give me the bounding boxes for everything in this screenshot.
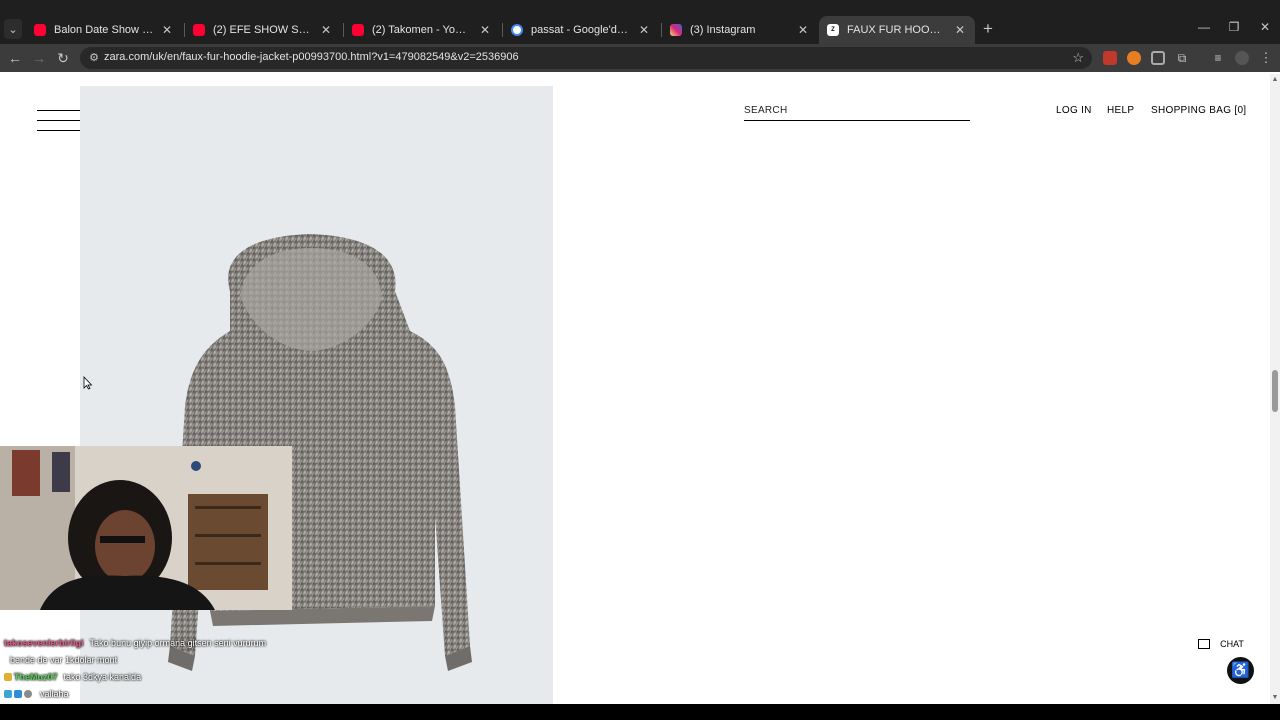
youtube-icon	[34, 24, 46, 36]
tab-instagram[interactable]: (3) Instagram ✕	[662, 16, 818, 44]
close-tab-icon[interactable]: ✕	[796, 23, 810, 37]
webcam-feed-image	[0, 446, 292, 610]
scroll-up-icon[interactable]: ▲	[1271, 76, 1279, 83]
streamer-webcam	[0, 446, 292, 610]
mouse-cursor-icon	[83, 376, 93, 390]
chat-badge-icon	[4, 672, 12, 681]
scroll-thumb[interactable]	[1272, 370, 1278, 412]
chat-message: TheMuz07 tako 3dkya kanalda	[0, 668, 400, 685]
youtube-icon	[193, 24, 205, 36]
scroll-down-icon[interactable]: ▼	[1271, 694, 1279, 701]
tab-zara-faux-fur-hoodie[interactable]: Z FAUX FUR HOODIE JACKET - Gr ✕	[819, 16, 975, 44]
close-tab-icon[interactable]: ✕	[160, 23, 174, 37]
shopping-bag-link[interactable]: SHOPPING BAG [0]	[1151, 105, 1246, 116]
bottom-bar	[0, 704, 1280, 720]
close-tab-icon[interactable]: ✕	[478, 23, 492, 37]
chat-label: CHAT	[1220, 639, 1244, 649]
media-control-icon[interactable]: ≡	[1211, 51, 1225, 65]
search-input[interactable]	[744, 105, 970, 116]
product-image[interactable]	[80, 86, 553, 704]
browser-toolbar: ← → ↻ ⚙ zara.com/uk/en/faux-fur-hoodie-j…	[0, 44, 1280, 72]
close-window-icon[interactable]: ✕	[1255, 20, 1275, 34]
faux-fur-hoodie-image	[168, 234, 472, 671]
menu-hamburger-icon[interactable]	[37, 110, 80, 134]
chat-message: bende de var 1kdolar mont	[10, 654, 118, 665]
extension-icon[interactable]	[1103, 51, 1117, 65]
url-text[interactable]: zara.com/uk/en/faux-fur-hoodie-jacket-p0…	[104, 51, 519, 63]
chat-button[interactable]: CHAT	[1181, 630, 1261, 658]
page-scrollbar[interactable]: ▲ ▼	[1270, 74, 1280, 704]
tab-takomen-youtube[interactable]: (2) Takomen - YouTube ✕	[344, 16, 500, 44]
close-tab-icon[interactable]: ✕	[953, 23, 967, 37]
youtube-icon	[352, 24, 364, 36]
close-tab-icon[interactable]: ✕	[319, 23, 333, 37]
site-info-icon[interactable]: ⚙	[87, 51, 101, 65]
restore-icon[interactable]: ❐	[1224, 20, 1244, 34]
new-tab-icon[interactable]: +	[980, 20, 996, 40]
chat-badge-icon	[4, 689, 12, 698]
tab-strip: ⌄ Balon Date Show 28. Bölüm - Yo ✕ (2) E…	[0, 0, 1280, 44]
chat-badge-icon	[24, 689, 32, 698]
tab-google-search[interactable]: passat - Google'da Ara ✕	[503, 16, 659, 44]
back-icon[interactable]: ←	[6, 49, 24, 67]
instagram-icon	[670, 24, 682, 36]
browser-menu-icon[interactable]: ⋮	[1259, 51, 1273, 65]
chat-bubble-icon	[1198, 639, 1211, 649]
reload-icon[interactable]: ↻	[54, 49, 72, 67]
log-in-link[interactable]: LOG IN	[1056, 105, 1092, 116]
chat-message: vallaha	[0, 685, 400, 702]
extensions-puzzle-icon[interactable]: ⧉	[1175, 51, 1189, 65]
chat-badge-icon	[14, 689, 22, 698]
bookmark-star-icon[interactable]: ☆	[1072, 50, 1084, 66]
extension-icon[interactable]	[1127, 51, 1141, 65]
tab-balon-date-show[interactable]: Balon Date Show 28. Bölüm - Yo ✕	[26, 16, 182, 44]
address-bar[interactable]: ⚙ zara.com/uk/en/faux-fur-hoodie-jacket-…	[80, 47, 1092, 69]
zara-icon: Z	[827, 24, 839, 36]
close-tab-icon[interactable]: ✕	[637, 23, 651, 37]
tab-efe-show[interactable]: (2) EFE SHOW S3B01 | MOTİVE ✕	[185, 16, 341, 44]
browser-window: ⌄ Balon Date Show 28. Bölüm - Yo ✕ (2) E…	[0, 0, 1280, 720]
google-icon	[511, 24, 523, 36]
stream-chat-overlay: takosevenlerbirligi Tako bunu giyip orma…	[0, 634, 400, 702]
search-field[interactable]	[744, 100, 970, 121]
profile-avatar-icon[interactable]	[1235, 51, 1249, 65]
chat-message: takosevenlerbirligi Tako bunu giyip orma…	[4, 637, 267, 648]
accessibility-icon[interactable]: ♿	[1227, 657, 1254, 684]
tab-search-chevron-icon[interactable]: ⌄	[4, 19, 22, 39]
forward-icon[interactable]: →	[30, 49, 48, 67]
help-link[interactable]: HELP	[1107, 105, 1134, 116]
minimize-icon[interactable]: —	[1194, 20, 1214, 34]
extension-icon[interactable]	[1151, 51, 1165, 65]
